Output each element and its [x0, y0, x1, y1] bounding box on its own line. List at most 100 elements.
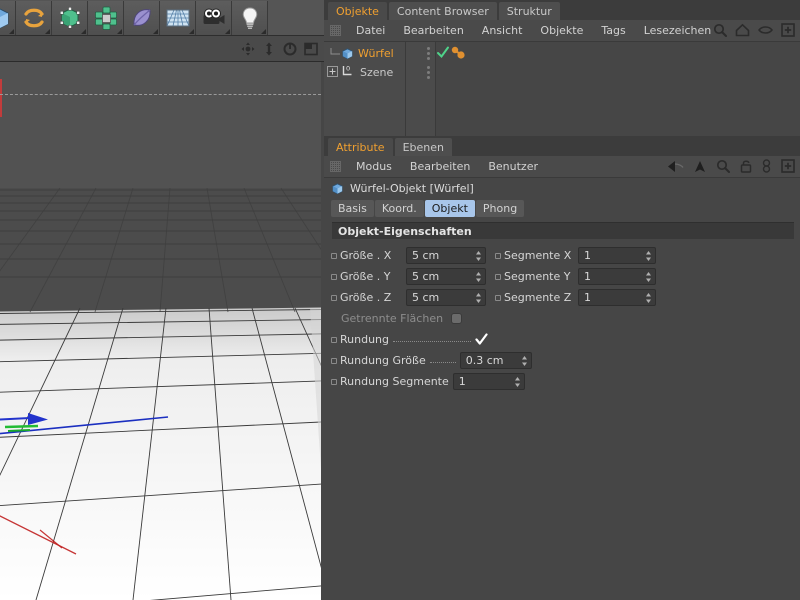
tab-attribute[interactable]: Attribute	[328, 138, 393, 156]
undo-redo-icon[interactable]	[16, 1, 52, 35]
size-z-field[interactable]: 5 cm	[406, 289, 486, 306]
menu-bearbeiten[interactable]: Bearbeiten	[394, 20, 472, 42]
object-row-label-wuerfel: Würfel	[358, 47, 394, 60]
parameter-link-dot[interactable]	[331, 295, 337, 301]
segments-z-field[interactable]: 1	[578, 289, 656, 306]
menu-ansicht[interactable]: Ansicht	[473, 20, 532, 42]
label-size-z: Größe . Z	[340, 291, 402, 304]
parameter-link-dot[interactable]	[331, 274, 337, 280]
spline-deformer-icon[interactable]	[124, 1, 160, 35]
parameter-link-dot[interactable]	[331, 358, 337, 364]
parameter-link-dot[interactable]	[495, 253, 501, 259]
subtab-koord[interactable]: Koord.	[375, 200, 424, 217]
parameter-link-dot[interactable]	[331, 337, 337, 343]
fillet-checkbox-checked-icon[interactable]	[475, 333, 488, 346]
toggle-layout-icon[interactable]	[304, 42, 318, 56]
menu-benutzer[interactable]: Benutzer	[479, 156, 547, 178]
parameter-link-dot[interactable]	[331, 379, 337, 385]
scene-axis-icon: 0	[341, 64, 356, 81]
spinner-icon[interactable]	[475, 250, 482, 262]
cube-primitive-icon[interactable]	[0, 1, 16, 35]
label-segments-z: Segmente Z	[504, 291, 576, 304]
menu-tags[interactable]: Tags	[592, 20, 634, 42]
subtab-basis[interactable]: Basis	[331, 200, 374, 217]
camera-icon[interactable]	[196, 1, 232, 35]
expand-toggle-icon[interactable]	[327, 66, 338, 80]
property-row-fillet: Rundung	[324, 329, 800, 350]
fillet-radius-field[interactable]: 0.3 cm	[460, 352, 532, 369]
tab-ebenen[interactable]: Ebenen	[395, 138, 452, 156]
segments-x-value: 1	[584, 249, 591, 262]
panel-grip-icon[interactable]	[330, 161, 341, 172]
rotate-view-icon[interactable]	[283, 42, 297, 56]
parameter-link-dot[interactable]	[331, 253, 337, 259]
table-row[interactable]: Würfel	[324, 44, 800, 63]
spinner-icon[interactable]	[645, 250, 652, 262]
spinner-icon[interactable]	[475, 271, 482, 283]
separate-surfaces-checkbox[interactable]	[451, 313, 462, 324]
table-row[interactable]: 0 Szene	[324, 63, 800, 82]
search-icon[interactable]	[713, 23, 727, 40]
search-icon[interactable]	[716, 159, 730, 176]
green-check-icon	[436, 45, 450, 62]
add-box-icon[interactable]	[781, 23, 795, 40]
property-row-separate-surfaces: Getrennte Flächen	[324, 308, 800, 329]
tab-struktur[interactable]: Struktur	[499, 2, 560, 20]
unlock-icon[interactable]	[740, 159, 752, 176]
add-box-icon[interactable]	[781, 159, 795, 176]
fillet-segments-field[interactable]: 1	[453, 373, 525, 390]
spinner-icon[interactable]	[645, 271, 652, 283]
tag-icon-group[interactable]	[450, 45, 468, 64]
chain-link-icon[interactable]	[762, 159, 771, 176]
eye-visibility-icon[interactable]	[758, 24, 773, 39]
cinema4d-window: Objekte Content Browser Struktur Datei B…	[0, 0, 800, 600]
light-icon[interactable]	[232, 1, 268, 35]
property-row-size-z: Größe . Z 5 cm Segmente Z 1	[324, 287, 800, 308]
menu-objekte[interactable]: Objekte	[531, 20, 592, 42]
fillet-radius-value: 0.3 cm	[466, 354, 504, 367]
panel-grip-icon[interactable]	[330, 25, 341, 36]
label-segments-y: Segmente Y	[504, 270, 576, 283]
property-row-fillet-radius: Rundung Größe 0.3 cm	[324, 350, 800, 371]
visibility-dots-small[interactable]	[427, 47, 430, 60]
back-arrow-icon[interactable]	[667, 160, 684, 176]
segments-y-value: 1	[584, 270, 591, 283]
menu-modus[interactable]: Modus	[347, 156, 401, 178]
section-header-object-properties: Objekt-Eigenschaften	[332, 222, 794, 239]
pan-view-icon[interactable]	[241, 42, 255, 56]
3d-viewport[interactable]	[0, 62, 321, 600]
main-toolbar	[0, 0, 324, 36]
object-manager: Objekte Content Browser Struktur Datei B…	[324, 0, 800, 136]
size-y-field[interactable]: 5 cm	[406, 268, 486, 285]
size-x-field[interactable]: 5 cm	[406, 247, 486, 264]
attribute-object-title: Würfel-Objekt [Würfel]	[350, 182, 474, 195]
dotted-leader	[430, 355, 456, 363]
home-icon[interactable]	[735, 23, 750, 40]
spinner-icon[interactable]	[475, 292, 482, 304]
dotted-leader	[393, 334, 471, 342]
menu-bearbeiten-am[interactable]: Bearbeiten	[401, 156, 479, 178]
parameter-link-dot[interactable]	[495, 295, 501, 301]
forward-arrow-icon[interactable]	[694, 160, 706, 176]
segments-x-field[interactable]: 1	[578, 247, 656, 264]
tab-objekte[interactable]: Objekte	[328, 2, 387, 20]
dolly-view-icon[interactable]	[262, 42, 276, 56]
menu-lesezeichen[interactable]: Lesezeichen	[635, 20, 721, 42]
subtab-objekt[interactable]: Objekt	[425, 200, 475, 217]
tab-content-browser[interactable]: Content Browser	[389, 2, 497, 20]
viewport-toolbar	[0, 36, 324, 62]
spinner-icon[interactable]	[645, 292, 652, 304]
spinner-icon[interactable]	[521, 355, 528, 367]
segments-y-field[interactable]: 1	[578, 268, 656, 285]
parameter-link-dot[interactable]	[495, 274, 501, 280]
menu-datei[interactable]: Datei	[347, 20, 394, 42]
property-row-fillet-segments: Rundung Segmente 1	[324, 371, 800, 392]
visibility-dots-small[interactable]	[427, 66, 430, 79]
object-manager-list[interactable]: Würfel	[324, 42, 800, 136]
array-object-icon[interactable]	[88, 1, 124, 35]
floor-environment-icon[interactable]	[160, 1, 196, 35]
make-editable-icon[interactable]	[52, 1, 88, 35]
object-row-label-szene: Szene	[360, 66, 393, 79]
subtab-phong[interactable]: Phong	[476, 200, 524, 217]
spinner-icon[interactable]	[514, 376, 521, 388]
